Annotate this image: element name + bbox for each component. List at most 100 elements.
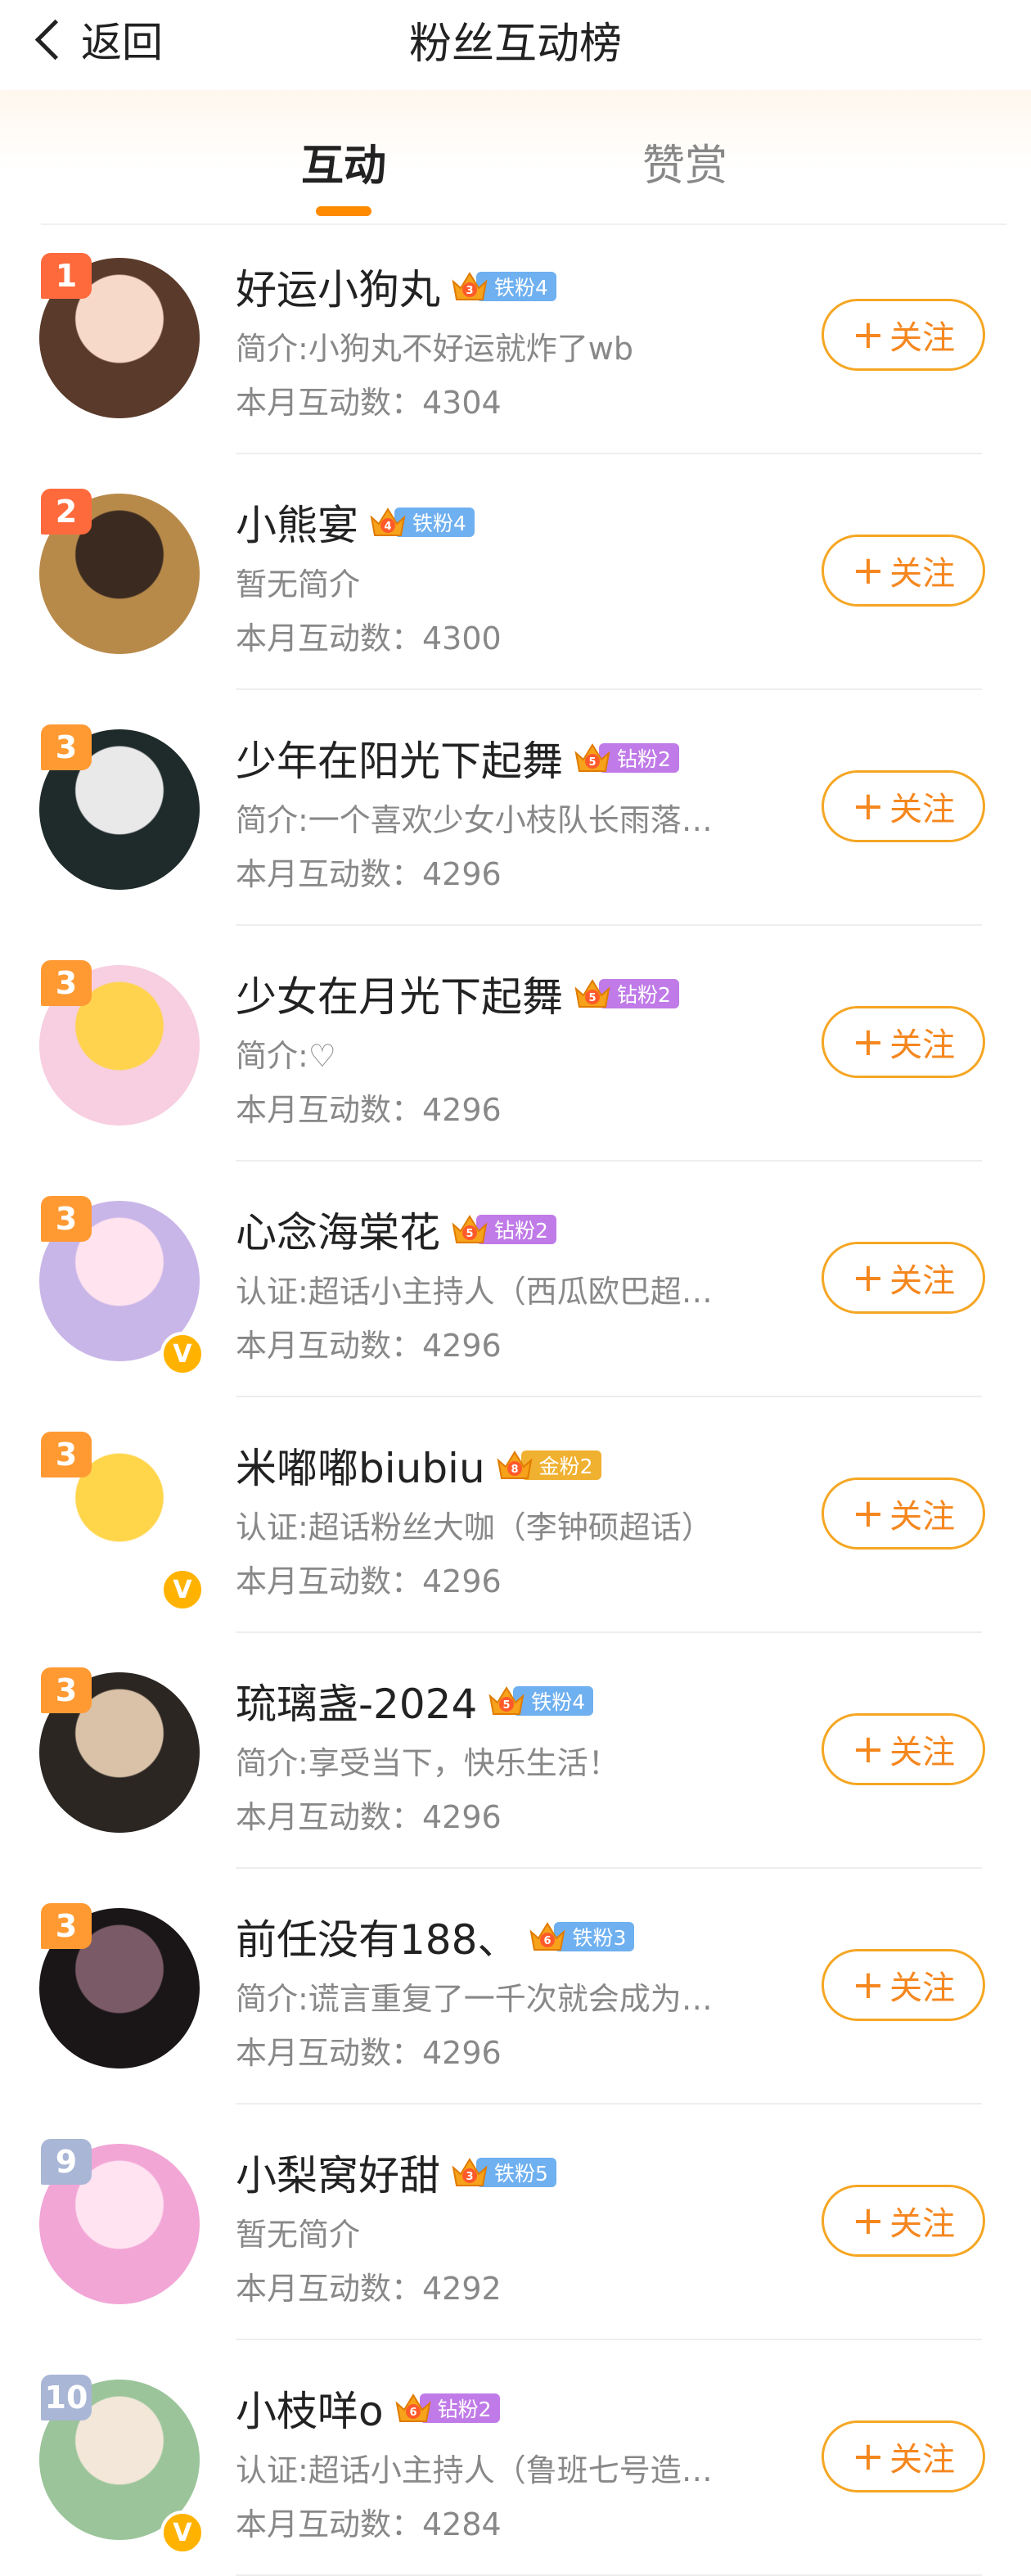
- tab-reward[interactable]: 赞赏: [642, 131, 727, 192]
- verified-icon: V: [160, 1332, 205, 1376]
- list-item[interactable]: 10 V 小枝咩o 6 钻粉2 认证:超话小主持人（鲁班七号造… 本月互动数：4…: [0, 2347, 1031, 2576]
- list-item[interactable]: 3 前任没有188、 6 铁粉3 简介:谎言重复了一千次就会成为… 本月互动数：…: [0, 1875, 1031, 2105]
- fan-badge: 5 钻粉2: [573, 742, 679, 774]
- fan-badge: 6 钻粉2: [394, 2392, 500, 2425]
- fan-badge: 5 钻粉2: [573, 977, 679, 1010]
- follow-button[interactable]: + 关注: [822, 1477, 985, 1550]
- name-line: 好运小狗丸 3 铁粉4: [236, 258, 556, 315]
- divider: [236, 2103, 982, 2105]
- follow-label: 关注: [889, 791, 956, 828]
- crown-icon: 6: [395, 2393, 431, 2422]
- crown-icon: 8: [497, 1450, 533, 1479]
- interaction-count: 本月互动数：4300: [236, 620, 502, 656]
- fan-badge: 3 铁粉4: [450, 270, 556, 303]
- user-description: 暂无简介: [236, 566, 361, 602]
- crown-level: 3: [466, 285, 473, 297]
- interaction-count: 本月互动数：4296: [236, 2035, 502, 2071]
- rank-badge: 3: [41, 1903, 92, 1949]
- crown-icon: 5: [574, 979, 610, 1008]
- user-name[interactable]: 心念海棠花: [236, 1200, 440, 1259]
- name-line: 米嘟嘟biubiu 8 金粉2: [236, 1437, 601, 1494]
- user-description: 简介:一个喜欢少女小枝队长雨落…: [236, 802, 713, 838]
- interaction-count: 本月互动数：4296: [236, 1563, 502, 1599]
- divider: [236, 1396, 982, 1397]
- follow-button[interactable]: + 关注: [822, 1949, 985, 2021]
- user-name[interactable]: 前任没有188、: [236, 1907, 518, 1966]
- crown-level: 8: [511, 1464, 518, 1476]
- follow-label: 关注: [889, 319, 956, 357]
- name-line: 前任没有188、 6 铁粉3: [236, 1907, 635, 1966]
- name-line: 小梨窝好甜 3 铁粉5: [236, 2144, 556, 2201]
- rank-badge: 3: [41, 960, 92, 1006]
- name-line: 琉璃盏-2024 5 铁粉4: [236, 1671, 594, 1730]
- crown-icon: 3: [452, 2158, 488, 2186]
- interaction-count: 本月互动数：4296: [236, 856, 502, 892]
- follow-label: 关注: [889, 2205, 956, 2243]
- interaction-count: 本月互动数：4296: [236, 1328, 502, 1364]
- user-name[interactable]: 少年在阳光下起舞: [236, 729, 563, 787]
- page-title: 粉丝互动榜: [408, 19, 622, 69]
- follow-label: 关注: [889, 555, 956, 593]
- user-name[interactable]: 米嘟嘟biubiu: [236, 1436, 485, 1495]
- follow-button[interactable]: + 关注: [822, 1242, 985, 1314]
- rank-badge: 2: [41, 489, 92, 535]
- user-name[interactable]: 琉璃盏-2024: [236, 1671, 477, 1730]
- user-name[interactable]: 少女在月光下起舞: [236, 964, 563, 1023]
- plus-icon: +: [851, 548, 885, 593]
- follow-button[interactable]: + 关注: [822, 2185, 985, 2257]
- top-bar: 返回 粉丝互动榜: [0, 0, 1031, 90]
- divider: [236, 2339, 982, 2340]
- crown-icon: 4: [370, 508, 406, 536]
- crown-icon: 5: [488, 1686, 525, 1715]
- user-description: 简介:小狗丸不好运就炸了wb: [236, 331, 634, 367]
- rank-badge: 9: [41, 2139, 92, 2185]
- list-item[interactable]: 3 琉璃盏-2024 5 铁粉4 简介:享受当下，快乐生活！ 本月互动数：429…: [0, 1640, 1031, 1869]
- plus-icon: +: [851, 312, 885, 358]
- user-description: 简介:享受当下，快乐生活！: [236, 1745, 619, 1781]
- follow-label: 关注: [889, 1026, 956, 1064]
- follow-button[interactable]: + 关注: [822, 1713, 985, 1785]
- follow-label: 关注: [889, 2441, 956, 2479]
- crown-icon: 3: [452, 272, 488, 300]
- interaction-count: 本月互动数：4292: [236, 2271, 502, 2307]
- fan-badge: 8 金粉2: [495, 1449, 601, 1482]
- rank-badge: 1: [41, 253, 92, 299]
- crown-level: 3: [466, 2171, 473, 2183]
- user-description: 认证:超话小主持人（西瓜欧巴超…: [236, 1274, 713, 1310]
- crown-icon: 5: [452, 1215, 488, 1243]
- list-item[interactable]: 1 好运小狗丸 3 铁粉4 简介:小狗丸不好运就炸了wb 本月互动数：4304 …: [0, 225, 1031, 454]
- active-tab-indicator: [316, 206, 371, 216]
- crown-level: 5: [588, 992, 596, 1004]
- rank-badge: 10: [41, 2375, 92, 2420]
- list-item[interactable]: 3 少女在月光下起舞 5 钻粉2 简介:♡ 本月互动数：4296 + 关注: [0, 932, 1031, 1162]
- follow-button[interactable]: + 关注: [822, 1006, 985, 1078]
- follow-label: 关注: [889, 1498, 956, 1536]
- name-line: 少年在阳光下起舞 5 钻粉2: [236, 729, 679, 787]
- user-name[interactable]: 小熊宴: [236, 493, 358, 552]
- user-name[interactable]: 小枝咩o: [236, 2379, 384, 2438]
- fan-badge: 6 铁粉3: [528, 1920, 635, 1953]
- list-item[interactable]: 3 V 心念海棠花 5 钻粉2 认证:超话小主持人（西瓜欧巴超… 本月互动数：4…: [0, 1168, 1031, 1397]
- crown-icon: 6: [529, 1922, 565, 1951]
- follow-button[interactable]: + 关注: [822, 2420, 985, 2493]
- list-item[interactable]: 3 V 米嘟嘟biubiu 8 金粉2 认证:超话粉丝大咖（李钟硕超话） 本月互…: [0, 1404, 1031, 1633]
- list-item[interactable]: 9 小梨窝好甜 3 铁粉5 暂无简介 本月互动数：4292 + 关注: [0, 2111, 1031, 2340]
- interaction-count: 本月互动数：4296: [236, 1799, 502, 1835]
- list-item[interactable]: 3 少年在阳光下起舞 5 钻粉2 简介:一个喜欢少女小枝队长雨落… 本月互动数：…: [0, 697, 1031, 926]
- follow-button[interactable]: + 关注: [822, 535, 985, 607]
- interaction-count: 本月互动数：4284: [236, 2506, 502, 2542]
- fan-badge: 3 铁粉5: [450, 2156, 556, 2189]
- tab-interaction[interactable]: 互动: [301, 131, 386, 192]
- crown-level: 6: [544, 1935, 552, 1947]
- list-item[interactable]: 2 小熊宴 4 铁粉4 暂无简介 本月互动数：4300 + 关注: [0, 461, 1031, 690]
- follow-button[interactable]: + 关注: [822, 299, 985, 371]
- user-description: 认证:超话小主持人（鲁班七号造…: [236, 2452, 713, 2488]
- user-name[interactable]: 小梨窝好甜: [236, 2143, 440, 2202]
- fan-badge: 5 钻粉2: [450, 1213, 556, 1246]
- follow-button[interactable]: + 关注: [822, 770, 985, 842]
- user-name[interactable]: 好运小狗丸: [236, 257, 440, 316]
- user-description: 暂无简介: [236, 2217, 361, 2253]
- crown-level: 5: [503, 1699, 511, 1712]
- plus-icon: +: [851, 2434, 885, 2479]
- name-line: 心念海棠花 5 钻粉2: [236, 1201, 556, 1258]
